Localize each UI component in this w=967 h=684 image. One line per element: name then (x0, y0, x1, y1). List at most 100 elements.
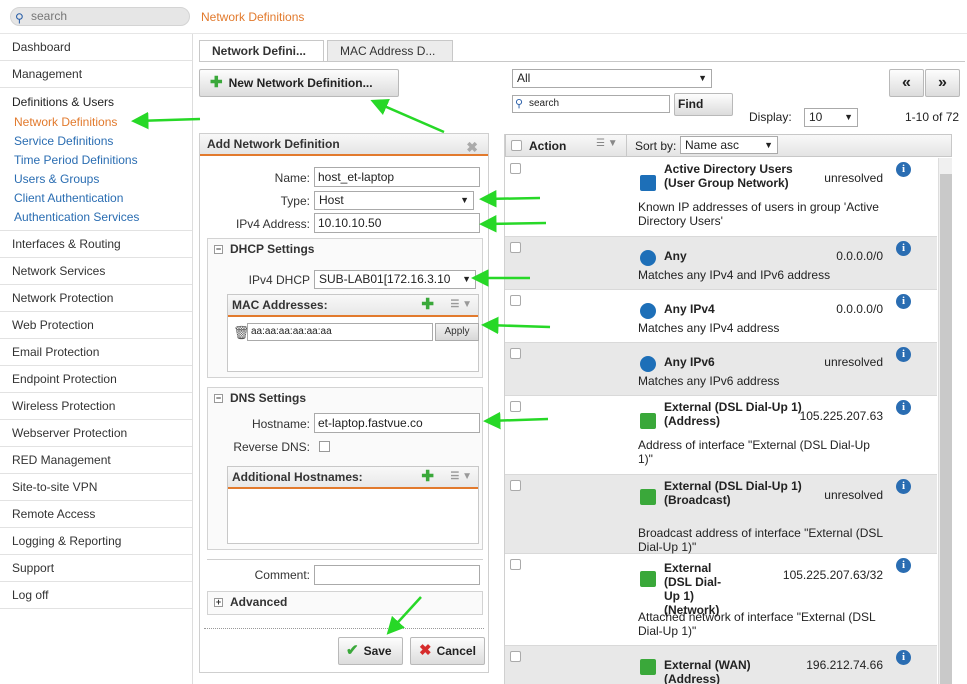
find-button[interactable]: Find (674, 93, 733, 116)
list-item[interactable]: External (DSL Dial-Up 1) (Broadcast) unre… (505, 475, 937, 554)
sidebar-search-input[interactable]: ⚲ search (10, 7, 190, 26)
row-value: unresolved (824, 488, 883, 502)
info-icon[interactable]: i (896, 294, 911, 309)
ipv4-address-field[interactable]: 10.10.10.50 (314, 213, 480, 233)
row-description: Matches any IPv4 and IPv6 address (638, 268, 831, 282)
dns-settings-header[interactable]: − DNS Settings (208, 388, 482, 410)
action-header: Action (529, 139, 567, 153)
list-scrollbar[interactable] (938, 158, 952, 684)
row-checkbox[interactable] (510, 242, 521, 253)
list-item[interactable]: Any IPv4 0.0.0.0/0 i Matches any IPv4 addre… (505, 290, 937, 343)
sidebar-item-email-protection[interactable]: Email Protection (0, 339, 192, 366)
hostname-field[interactable]: et-laptop.fastvue.co (314, 413, 480, 433)
sidebar-item-label: Dashboard (12, 40, 71, 54)
info-icon[interactable]: i (896, 650, 911, 665)
first-page-button[interactable]: « (889, 69, 924, 97)
sidebar-section-label[interactable]: Definitions & Users (12, 93, 192, 113)
sidebar-subitem-users-groups[interactable]: Users & Groups (12, 170, 192, 189)
row-checkbox[interactable] (510, 651, 521, 662)
sidebar-item-webserver-protection[interactable]: Webserver Protection (0, 420, 192, 447)
add-mac-icon[interactable]: ✚ (421, 295, 434, 315)
sort-by-select[interactable]: Name asc ▼ (680, 136, 778, 154)
list-item[interactable]: External (DSL Dial-Up 1) (Address) 105.22… (505, 396, 937, 475)
tab-mac-address-definitions[interactable]: MAC Address D... (327, 40, 453, 61)
sidebar-item-dashboard[interactable]: Dashboard (0, 34, 192, 61)
new-network-definition-button[interactable]: ✚ New Network Definition... (199, 69, 399, 97)
type-select[interactable]: Host ▼ (314, 191, 474, 210)
sidebar-subitem-authentication-services[interactable]: Authentication Services (12, 208, 192, 227)
info-icon[interactable]: i (896, 479, 911, 494)
header-divider (626, 135, 627, 157)
close-icon[interactable]: ✖ (466, 137, 478, 158)
list-item[interactable]: Active Directory Users (User Group Netwo… (505, 158, 937, 237)
ipv4-dhcp-select[interactable]: SUB-LAB01[172.16.3.10 ▼ (314, 270, 476, 289)
sidebar-item-network-services[interactable]: Network Services (0, 258, 192, 285)
list-item[interactable]: External (WAN) (Address) 196.212.74.66 i (505, 646, 937, 684)
row-checkbox[interactable] (510, 163, 521, 174)
dhcp-settings-header[interactable]: − DHCP Settings (208, 239, 482, 261)
info-icon[interactable]: i (896, 558, 911, 573)
display-count-select[interactable]: 10 ▼ (804, 108, 858, 127)
sidebar-item-remote-access[interactable]: Remote Access (0, 501, 192, 528)
sidebar-subitem-service-definitions[interactable]: Service Definitions (12, 132, 192, 151)
sidebar-item-endpoint-protection[interactable]: Endpoint Protection (0, 366, 192, 393)
row-value: 105.225.207.63 (799, 409, 883, 423)
select-all-checkbox[interactable] (511, 140, 522, 151)
reverse-dns-checkbox[interactable] (319, 441, 330, 452)
list-item[interactable]: Any 0.0.0.0/0 i Matches any IPv4 and IPv6 a… (505, 237, 937, 290)
list-item[interactable]: Any IPv6 unresolved i Matches any IPv6 addr… (505, 343, 937, 396)
chevron-down-icon: ▼ (462, 274, 471, 284)
list-item[interactable]: External (DSL Dial-Up 1) (Network) 105.22… (505, 554, 937, 646)
row-checkbox[interactable] (510, 480, 521, 491)
info-icon[interactable]: i (896, 241, 911, 256)
sidebar-item-label: Logging & Reporting (12, 534, 122, 548)
comment-label: Comment: (254, 568, 310, 582)
cross-icon: ✖ (419, 642, 432, 659)
sidebar-section-definitions-users: Definitions & Users Network Definitions … (0, 88, 192, 231)
list-menu-icon[interactable]: ☰ ▼ (450, 295, 472, 315)
sidebar-item-wireless-protection[interactable]: Wireless Protection (0, 393, 192, 420)
info-icon[interactable]: i (896, 400, 911, 415)
save-button[interactable]: ✔ Save (338, 637, 403, 665)
sidebar-item-management[interactable]: Management (0, 61, 192, 88)
mac-address-field[interactable]: aa:aa:aa:aa:aa:aa (247, 323, 433, 341)
sidebar-subitem-time-period-definitions[interactable]: Time Period Definitions (12, 151, 192, 170)
comment-field[interactable] (314, 565, 480, 585)
ipv4-address-label: IPv4 Address: (235, 217, 310, 231)
sidebar-item-network-protection[interactable]: Network Protection (0, 285, 192, 312)
sidebar-subitem-client-authentication[interactable]: Client Authentication (12, 189, 192, 208)
sidebar-item-interfaces-routing[interactable]: Interfaces & Routing (0, 231, 192, 258)
sidebar-item-site-to-site-vpn[interactable]: Site-to-site VPN (0, 474, 192, 501)
name-field[interactable]: host_et-laptop (314, 167, 480, 187)
apply-button[interactable]: Apply (435, 323, 479, 341)
interface-icon (640, 571, 656, 587)
sidebar-item-support[interactable]: Support (0, 555, 192, 582)
advanced-header[interactable]: + Advanced (208, 592, 482, 614)
row-name: External (DSL Dial-Up 1) (Broadcast) (664, 479, 802, 507)
interface-icon (640, 489, 656, 505)
sidebar-item-logging-reporting[interactable]: Logging & Reporting (0, 528, 192, 555)
info-icon[interactable]: i (896, 347, 911, 362)
next-page-button[interactable]: » (925, 69, 960, 97)
sidebar-item-log-off[interactable]: Log off (0, 582, 192, 609)
scrollbar-thumb[interactable] (940, 174, 952, 684)
list-search-input[interactable]: ⚲ search (512, 95, 670, 113)
row-checkbox[interactable] (510, 401, 521, 412)
sidebar-subitem-network-definitions[interactable]: Network Definitions (12, 113, 192, 132)
dns-settings-section: − DNS Settings Hostname: et-laptop.fastvu… (207, 387, 483, 550)
row-checkbox[interactable] (510, 348, 521, 359)
action-menu-icon[interactable]: ☰ ▼ (596, 138, 618, 149)
row-name: Active Directory Users (User Group Netwo… (664, 162, 793, 190)
list-menu-icon[interactable]: ☰ ▼ (450, 467, 472, 487)
cancel-button[interactable]: ✖ Cancel (410, 637, 485, 665)
row-checkbox[interactable] (510, 295, 521, 306)
advanced-section[interactable]: + Advanced (207, 591, 483, 615)
add-hostname-icon[interactable]: ✚ (421, 467, 434, 487)
tab-network-definitions[interactable]: Network Defini... (199, 40, 324, 61)
sidebar-item-red-management[interactable]: RED Management (0, 447, 192, 474)
collapse-icon: − (214, 393, 223, 403)
info-icon[interactable]: i (896, 162, 911, 177)
row-checkbox[interactable] (510, 559, 521, 570)
filter-select[interactable]: All ▼ (512, 69, 712, 88)
sidebar-item-web-protection[interactable]: Web Protection (0, 312, 192, 339)
